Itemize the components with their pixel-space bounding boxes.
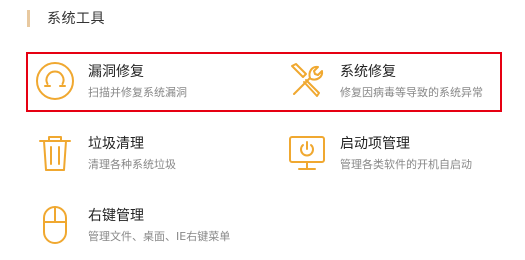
tool-name: 右键管理: [88, 208, 144, 224]
tool-context-menu-manager[interactable]: 右键管理 管理文件、桌面、IE右键菜单: [34, 204, 230, 246]
trash-can-icon: [34, 132, 76, 174]
tool-desc: 修复因病毒等导致的系统异常: [340, 86, 483, 99]
tool-name: 垃圾清理: [88, 136, 144, 152]
tool-startup-manager[interactable]: 启动项管理 管理各类软件的开机自启动: [286, 132, 472, 174]
section-header: 系统工具: [27, 8, 105, 28]
tool-desc: 扫描并修复系统漏洞: [88, 86, 187, 99]
section-title: 系统工具: [47, 11, 105, 27]
mouse-icon: [34, 204, 76, 246]
section-header-bar: [27, 9, 30, 27]
tool-system-repair[interactable]: 系统修复 修复因病毒等导致的系统异常: [286, 60, 483, 102]
tool-desc: 管理文件、桌面、IE右键菜单: [88, 230, 231, 243]
tool-desc: 清理各种系统垃圾: [88, 158, 176, 171]
tool-junk-cleanup[interactable]: 垃圾清理 清理各种系统垃圾: [34, 132, 176, 174]
vulnerability-repair-icon: [34, 60, 76, 102]
tool-name: 启动项管理: [340, 136, 410, 152]
monitor-power-icon: [286, 132, 328, 174]
tool-name: 系统修复: [340, 64, 396, 80]
tool-name: 漏洞修复: [88, 64, 144, 80]
tool-vulnerability-repair[interactable]: 漏洞修复 扫描并修复系统漏洞: [34, 60, 187, 102]
tools-wrench-screwdriver-icon: [286, 60, 328, 102]
tool-desc: 管理各类软件的开机自启动: [340, 158, 472, 171]
